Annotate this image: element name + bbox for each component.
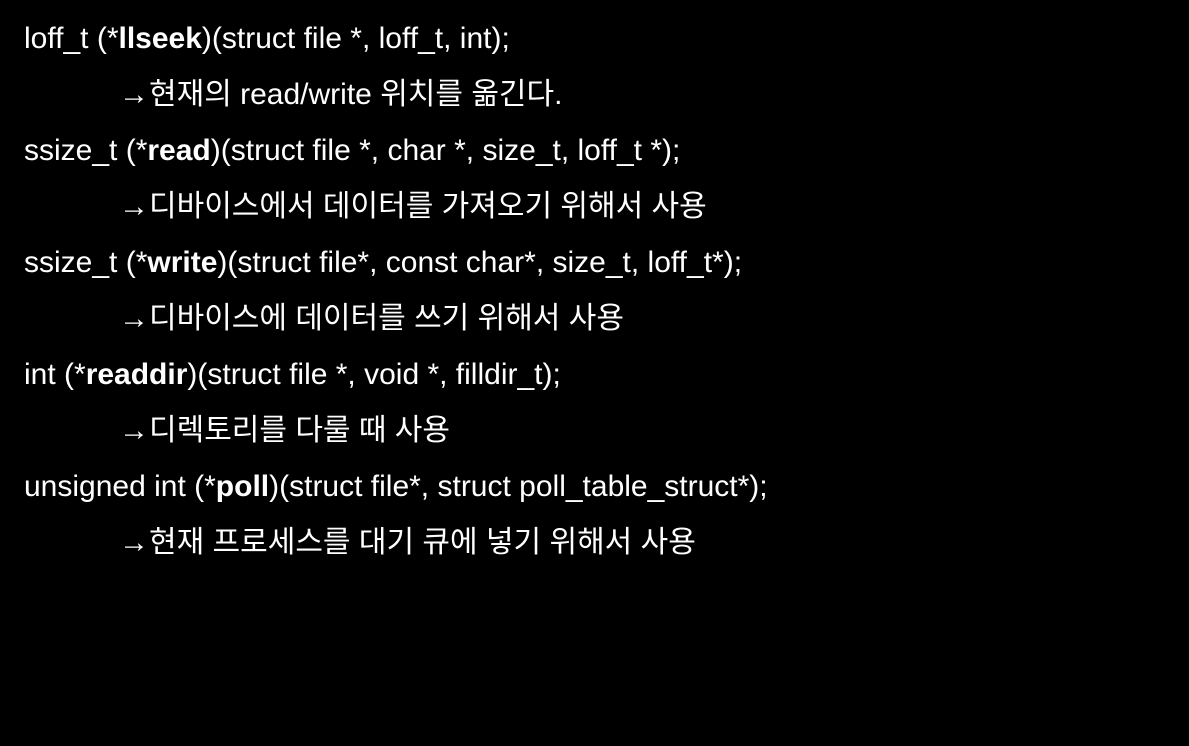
description-line-write: →디바이스에 데이터를 쓰기 위해서 사용	[24, 298, 1165, 340]
sig-func-name: readdir	[86, 358, 188, 391]
arrow-icon: →	[119, 186, 149, 228]
description-text: 현재 프로세스를 대기 큐에 넣기 위해서 사용	[149, 526, 696, 559]
sig-post: )(struct file *, void *, filldir_t);	[187, 358, 560, 391]
description-text: 디바이스에서 데이터를 가져오기 위해서 사용	[149, 190, 707, 223]
signature-line-llseek: loff_t (*llseek)(struct file *, loff_t, …	[24, 18, 1165, 60]
sig-pre: unsigned int (*	[24, 470, 216, 503]
description-line-llseek: →현재의 read/write 위치를 옮긴다.	[24, 74, 1165, 116]
arrow-icon: →	[119, 522, 149, 564]
sig-func-name: read	[147, 134, 210, 167]
sig-pre: ssize_t (*	[24, 134, 147, 167]
sig-func-name: llseek	[119, 22, 202, 55]
sig-pre: loff_t (*	[24, 22, 119, 55]
sig-pre: int (*	[24, 358, 86, 391]
signature-line-write: ssize_t (*write)(struct file*, const cha…	[24, 242, 1165, 284]
arrow-icon: →	[119, 74, 149, 116]
description-line-readdir: →디렉토리를 다룰 때 사용	[24, 410, 1165, 452]
sig-post: )(struct file *, loff_t, int);	[202, 22, 510, 55]
description-text: 현재의 read/write 위치를 옮긴다.	[149, 78, 562, 111]
sig-func-name: write	[147, 246, 217, 279]
sig-post: )(struct file*, const char*, size_t, lof…	[217, 246, 742, 279]
arrow-icon: →	[119, 298, 149, 340]
description-line-read: →디바이스에서 데이터를 가져오기 위해서 사용	[24, 186, 1165, 228]
sig-func-name: poll	[216, 470, 269, 503]
sig-post: )(struct file*, struct poll_table_struct…	[269, 470, 768, 503]
description-text: 디바이스에 데이터를 쓰기 위해서 사용	[149, 302, 624, 335]
description-text: 디렉토리를 다룰 때 사용	[149, 414, 450, 447]
sig-pre: ssize_t (*	[24, 246, 147, 279]
sig-post: )(struct file *, char *, size_t, loff_t …	[211, 134, 681, 167]
signature-line-readdir: int (*readdir)(struct file *, void *, fi…	[24, 354, 1165, 396]
description-line-poll: →현재 프로세스를 대기 큐에 넣기 위해서 사용	[24, 522, 1165, 564]
signature-line-read: ssize_t (*read)(struct file *, char *, s…	[24, 130, 1165, 172]
signature-line-poll: unsigned int (*poll)(struct file*, struc…	[24, 466, 1165, 508]
arrow-icon: →	[119, 410, 149, 452]
